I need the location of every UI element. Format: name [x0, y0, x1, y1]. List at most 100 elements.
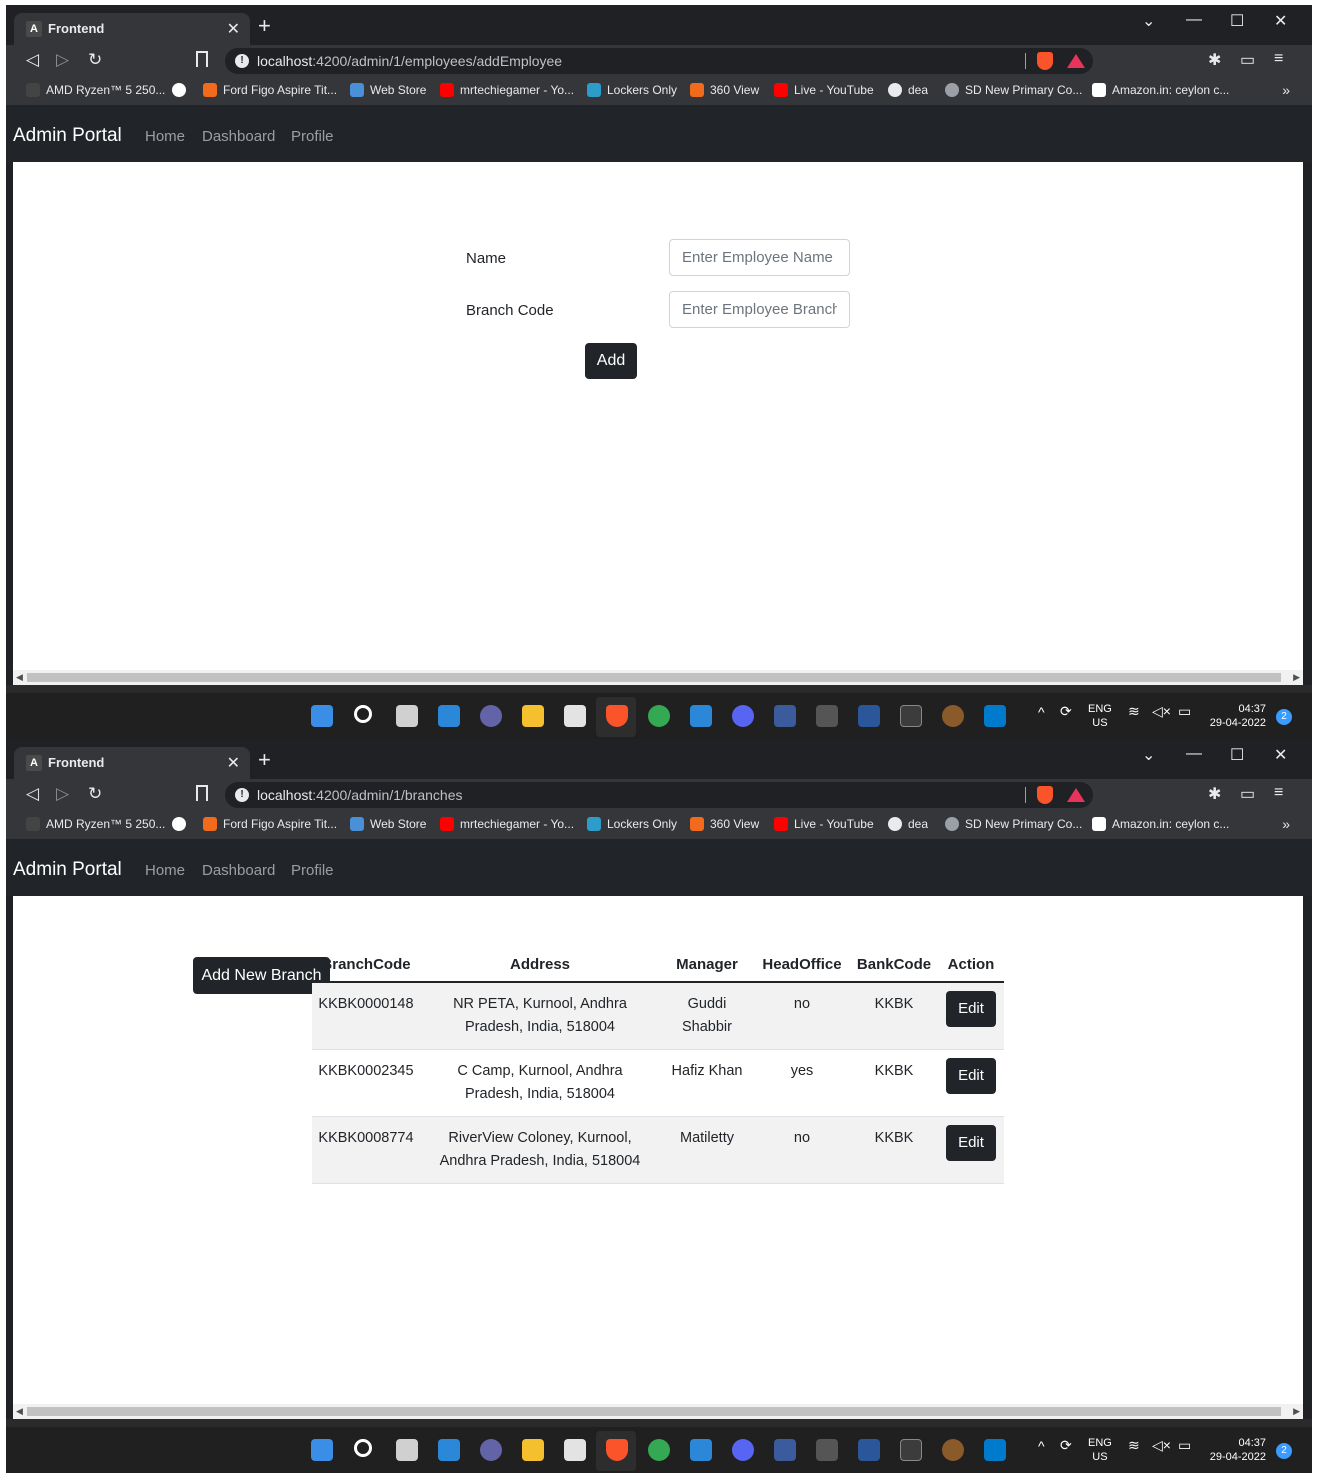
maximize-icon[interactable]: ☐: [1230, 745, 1244, 765]
scroll-thumb[interactable]: [27, 1407, 1281, 1416]
vscode-icon[interactable]: [984, 1439, 1006, 1461]
start-icon[interactable]: [311, 705, 333, 727]
terminal-icon[interactable]: [900, 1439, 922, 1461]
menu-icon[interactable]: ≡: [1274, 50, 1283, 68]
brave-rewards-icon[interactable]: [1067, 788, 1085, 802]
bookmark-item[interactable]: mrtechiegamer - Yo...: [440, 83, 574, 97]
app-icon[interactable]: [816, 1439, 838, 1461]
bookmark-icon[interactable]: [196, 51, 208, 67]
forward-icon[interactable]: ▷: [56, 784, 69, 804]
tab-search-icon[interactable]: ⌄: [1142, 745, 1155, 765]
chrome-icon[interactable]: [648, 1439, 670, 1461]
start-icon[interactable]: [311, 1439, 333, 1461]
notification-badge[interactable]: 2: [1276, 1443, 1292, 1459]
bookmark-item[interactable]: Live - YouTube: [774, 83, 874, 97]
reload-icon[interactable]: ↻: [88, 50, 102, 70]
bookmark-item[interactable]: [172, 817, 192, 831]
chrome-icon[interactable]: [648, 705, 670, 727]
vscode-icon[interactable]: [984, 705, 1006, 727]
extensions-icon[interactable]: ✱: [1208, 784, 1221, 804]
file-explorer-icon[interactable]: [522, 705, 544, 727]
app-icon[interactable]: [774, 705, 796, 727]
terminal-icon[interactable]: [900, 705, 922, 727]
clock[interactable]: 04:37 29-04-2022: [1204, 1436, 1266, 1464]
bookmark-item[interactable]: Web Store: [350, 83, 426, 97]
back-icon[interactable]: ◁: [26, 784, 39, 804]
brave-shields-icon[interactable]: [1037, 52, 1053, 70]
brave-rewards-icon[interactable]: [1067, 54, 1085, 68]
nav-profile[interactable]: Profile: [291, 128, 334, 145]
bookmark-item[interactable]: Live - YouTube: [774, 817, 874, 831]
bookmark-item[interactable]: [172, 83, 192, 97]
edit-button[interactable]: Edit: [946, 1058, 996, 1094]
brand-link[interactable]: Admin Portal: [13, 859, 122, 881]
app-icon[interactable]: [774, 1439, 796, 1461]
language-indicator[interactable]: ENG US: [1088, 1436, 1112, 1464]
volume-muted-icon[interactable]: ◁×: [1152, 1438, 1171, 1452]
nav-dashboard[interactable]: Dashboard: [202, 128, 275, 145]
bookmark-item[interactable]: dea: [888, 83, 928, 97]
bookmark-item[interactable]: Web Store: [350, 817, 426, 831]
browser-tab[interactable]: A Frontend ✕: [14, 13, 250, 45]
wifi-icon[interactable]: ≋: [1128, 704, 1140, 718]
discord-icon[interactable]: [732, 705, 754, 727]
search-icon[interactable]: [354, 705, 372, 723]
brave-icon[interactable]: [606, 705, 628, 727]
bookmark-item[interactable]: Ford Figo Aspire Tit...: [203, 83, 337, 97]
sync-icon[interactable]: ⟳: [1060, 1438, 1072, 1452]
nav-home[interactable]: Home: [145, 128, 185, 145]
tray-chevron-icon[interactable]: ^: [1038, 705, 1045, 719]
site-info-icon[interactable]: !: [235, 54, 249, 68]
edit-button[interactable]: Edit: [946, 991, 996, 1027]
bookmark-item[interactable]: dea: [888, 817, 928, 831]
scroll-right-icon[interactable]: ▶: [1293, 1406, 1300, 1417]
forward-icon[interactable]: ▷: [56, 50, 69, 70]
tab-search-icon[interactable]: ⌄: [1142, 11, 1155, 31]
sync-icon[interactable]: ⟳: [1060, 704, 1072, 718]
discord-icon[interactable]: [732, 1439, 754, 1461]
more-bookmarks-icon[interactable]: »: [1282, 816, 1290, 832]
menu-icon[interactable]: ≡: [1274, 784, 1283, 802]
store-icon[interactable]: [564, 705, 586, 727]
widgets-icon[interactable]: [438, 1439, 460, 1461]
minimize-icon[interactable]: —: [1186, 11, 1202, 29]
bookmark-item[interactable]: AMD Ryzen™ 5 250...: [26, 83, 165, 97]
add-button[interactable]: Add: [585, 343, 637, 379]
add-new-branch-button[interactable]: Add New Branch: [193, 957, 330, 994]
bookmark-item[interactable]: Lockers Only: [587, 83, 677, 97]
bookmark-item[interactable]: 360 View: [690, 83, 759, 97]
close-window-icon[interactable]: ✕: [1274, 11, 1287, 31]
tray-chevron-icon[interactable]: ^: [1038, 1439, 1045, 1453]
file-explorer-icon[interactable]: [522, 1439, 544, 1461]
scroll-left-icon[interactable]: ◀: [16, 1406, 23, 1417]
wifi-icon[interactable]: ≋: [1128, 1438, 1140, 1452]
close-window-icon[interactable]: ✕: [1274, 745, 1287, 765]
employee-branch-input[interactable]: [669, 291, 850, 328]
wallet-icon[interactable]: ▭: [1240, 50, 1255, 70]
edit-button[interactable]: Edit: [946, 1125, 996, 1161]
close-tab-icon[interactable]: ✕: [227, 753, 240, 773]
bookmark-item[interactable]: Ford Figo Aspire Tit...: [203, 817, 337, 831]
horizontal-scrollbar[interactable]: ◀ ▶: [13, 670, 1303, 685]
bookmark-item[interactable]: Lockers Only: [587, 817, 677, 831]
game-icon[interactable]: [942, 705, 964, 727]
task-view-icon[interactable]: [396, 705, 418, 727]
scroll-right-icon[interactable]: ▶: [1293, 672, 1300, 683]
search-icon[interactable]: [354, 1439, 372, 1457]
nav-profile[interactable]: Profile: [291, 862, 334, 879]
wallet-icon[interactable]: ▭: [1240, 784, 1255, 804]
brave-icon[interactable]: [606, 1439, 628, 1461]
teams-icon[interactable]: [480, 705, 502, 727]
mail-icon[interactable]: [690, 1439, 712, 1461]
scroll-thumb[interactable]: [27, 673, 1281, 682]
teams-icon[interactable]: [480, 1439, 502, 1461]
minimize-icon[interactable]: —: [1186, 745, 1202, 763]
url-text[interactable]: localhost:4200/admin/1/employees/addEmpl…: [257, 53, 562, 69]
browser-tab[interactable]: A Frontend ✕: [14, 747, 250, 779]
site-info-icon[interactable]: !: [235, 788, 249, 802]
widgets-icon[interactable]: [438, 705, 460, 727]
close-tab-icon[interactable]: ✕: [227, 19, 240, 39]
volume-muted-icon[interactable]: ◁×: [1152, 704, 1171, 718]
bookmark-item[interactable]: SD New Primary Co...: [945, 83, 1082, 97]
language-indicator[interactable]: ENG US: [1088, 702, 1112, 730]
